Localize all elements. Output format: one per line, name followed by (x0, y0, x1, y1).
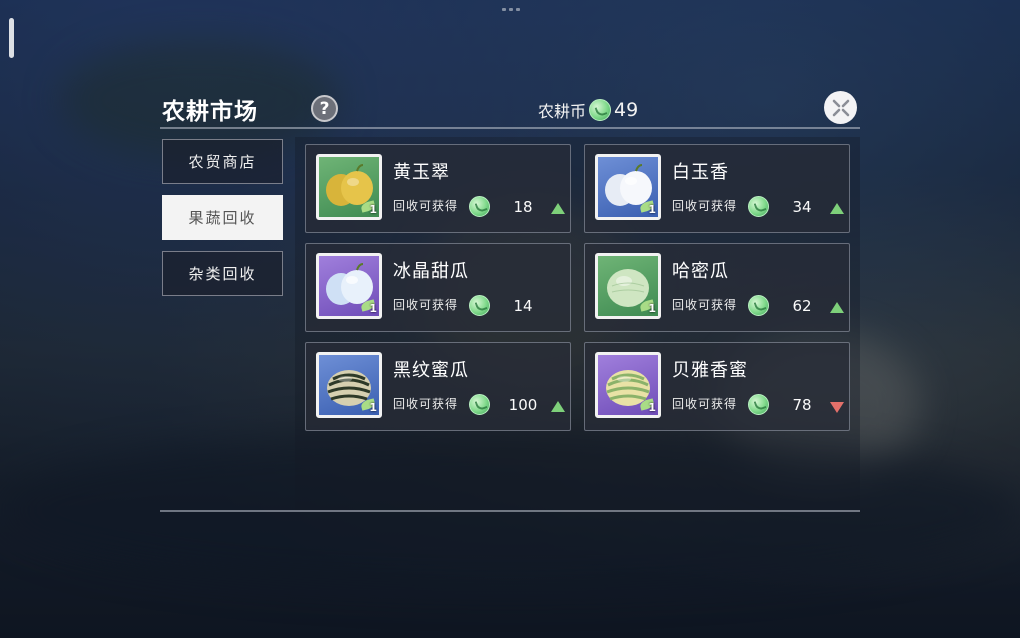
receive-label: 回收可获得 (672, 199, 738, 213)
footer-divider (160, 510, 860, 512)
top-drag-handle[interactable] (502, 8, 520, 12)
farm-coin-icon (469, 394, 490, 415)
item-count: 1 (369, 401, 377, 414)
item-thumbnail: 1 (316, 154, 382, 220)
price-up-icon (551, 401, 565, 412)
item-card[interactable]: 1 白玉香 回收可获得 34 (584, 144, 850, 233)
item-thumbnail: 1 (595, 253, 661, 319)
close-button[interactable] (824, 91, 857, 124)
item-price: 62 (792, 297, 812, 315)
item-card[interactable]: 1 哈密瓜 回收可获得 62 (584, 243, 850, 332)
receive-label: 回收可获得 (672, 298, 738, 312)
price-up-icon (551, 203, 565, 214)
receive-label: 回收可获得 (672, 397, 738, 411)
farm-coin-icon (748, 295, 769, 316)
price-down-icon (830, 402, 844, 413)
item-card[interactable]: 1 黄玉翠 回收可获得 18 (305, 144, 571, 233)
item-count: 1 (648, 302, 656, 315)
item-name: 白玉香 (672, 162, 729, 183)
item-card[interactable]: 1 贝雅香蜜 回收可获得 78 (584, 342, 850, 431)
item-price: 100 (508, 396, 538, 414)
item-thumbnail: 1 (316, 253, 382, 319)
item-thumbnail: 1 (595, 154, 661, 220)
close-icon (832, 99, 849, 116)
item-name: 冰晶甜瓜 (393, 261, 469, 282)
item-count: 1 (369, 203, 377, 216)
price-up-icon (830, 203, 844, 214)
receive-label: 回收可获得 (393, 298, 459, 312)
currency-label: 农耕币 (538, 102, 587, 121)
item-price: 14 (513, 297, 533, 315)
currency-display: 农耕币 49 (538, 98, 638, 122)
item-card[interactable]: 1 冰晶甜瓜 回收可获得 14 (305, 243, 571, 332)
page-title: 农耕市场 (162, 99, 258, 125)
currency-amount: 49 (614, 99, 639, 121)
item-price: 18 (513, 198, 533, 216)
item-price: 78 (792, 396, 812, 414)
item-count: 1 (648, 401, 656, 414)
item-thumbnail: 1 (595, 352, 661, 418)
item-thumbnail: 1 (316, 352, 382, 418)
farm-coin-icon (748, 196, 769, 217)
help-button[interactable]: ? (311, 95, 338, 122)
price-up-icon (830, 302, 844, 313)
item-name: 黄玉翠 (393, 162, 450, 183)
side-drag-handle[interactable] (9, 18, 14, 58)
item-count: 1 (648, 203, 656, 216)
item-name: 哈密瓜 (672, 261, 729, 282)
header-divider (160, 127, 860, 129)
farm-coin-icon (469, 295, 490, 316)
tab-farm-shop[interactable]: 农贸商店 (162, 139, 283, 184)
receive-label: 回收可获得 (393, 397, 459, 411)
item-price: 34 (792, 198, 812, 216)
farm-coin-icon (589, 99, 612, 121)
item-count: 1 (369, 302, 377, 315)
farm-coin-icon (748, 394, 769, 415)
tab-misc-recycle[interactable]: 杂类回收 (162, 251, 283, 296)
farm-coin-icon (469, 196, 490, 217)
receive-label: 回收可获得 (393, 199, 459, 213)
item-card[interactable]: 1 黑纹蜜瓜 回收可获得 100 (305, 342, 571, 431)
question-mark-icon: ? (319, 98, 330, 119)
item-name: 黑纹蜜瓜 (393, 360, 469, 381)
category-tabs: 农贸商店 果蔬回收 杂类回收 (162, 139, 283, 307)
tab-produce-recycle[interactable]: 果蔬回收 (162, 195, 283, 240)
item-name: 贝雅香蜜 (672, 360, 748, 381)
